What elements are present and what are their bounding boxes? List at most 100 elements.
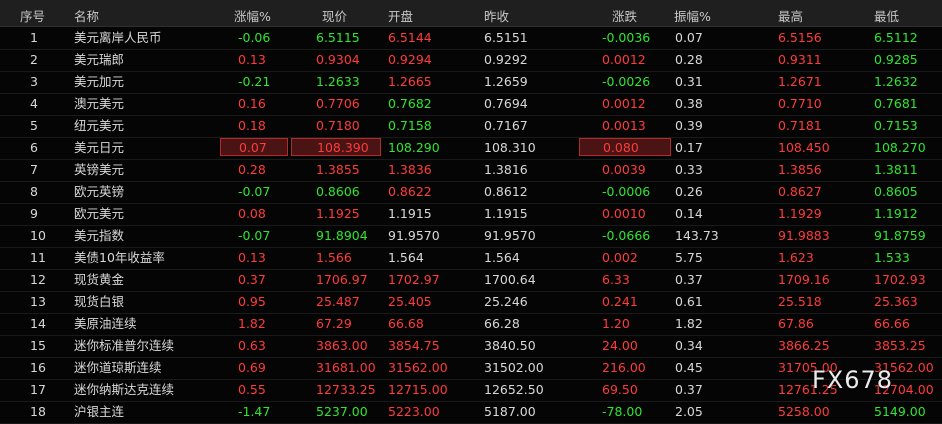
row-open: 12715.00	[388, 382, 448, 397]
row-change-pct: 0.18	[238, 118, 266, 133]
row-prev-close: 0.9292	[484, 52, 528, 67]
row-change-pct: 0.37	[238, 272, 266, 287]
row-open: 0.8622	[388, 184, 432, 199]
row-price: 25.487	[316, 294, 360, 309]
row-index: 17	[30, 382, 46, 397]
row-change-pct: 0.13	[238, 52, 266, 67]
row-price: 91.8904	[316, 228, 368, 243]
row-change-pct: 0.69	[238, 360, 266, 375]
row-amplitude: 0.34	[675, 338, 703, 353]
row-price: 1.1925	[316, 206, 360, 221]
row-low: 1.2632	[874, 74, 918, 89]
column-header-high[interactable]: 最高	[778, 6, 803, 25]
column-header-amplitude[interactable]: 振幅%	[674, 6, 711, 25]
column-header-change-pct[interactable]: 涨幅%	[234, 6, 271, 25]
fx678-watermark: FX678	[812, 366, 894, 394]
column-header-prev-close[interactable]: 昨收	[484, 6, 509, 25]
row-open: 0.7158	[388, 118, 432, 133]
column-header-change[interactable]: 涨跌	[612, 6, 637, 25]
table-row[interactable]: 9 欧元美元 0.08 1.1925 1.1915 1.1915 0.0010 0.14 1.1…	[0, 203, 942, 226]
row-amplitude: 143.73	[675, 228, 719, 243]
column-header-price[interactable]: 现价	[322, 6, 347, 25]
row-amplitude: 0.07	[675, 30, 703, 45]
row-change-pct: -0.07	[238, 184, 271, 199]
row-index: 9	[30, 206, 38, 221]
row-low: 3853.25	[874, 338, 926, 353]
row-open: 1.1915	[388, 206, 432, 221]
row-change: 216.00	[602, 360, 646, 375]
row-prev-close: 66.28	[484, 316, 520, 331]
row-high: 0.7710	[778, 96, 822, 111]
row-open: 6.5144	[388, 30, 432, 45]
row-price: 3863.00	[316, 338, 368, 353]
row-price: 1.3855	[316, 162, 360, 177]
row-change-pct: 0.28	[238, 162, 266, 177]
row-change: 0.080	[579, 138, 671, 156]
row-change-pct: -0.21	[238, 74, 271, 89]
column-header-index[interactable]: 序号	[20, 6, 45, 25]
row-price: 1706.97	[316, 272, 368, 287]
row-prev-close: 0.7694	[484, 96, 528, 111]
table-row[interactable]: 15 迷你标准普尔连续 0.63 3863.00 3854.75 3840.50 24.00…	[0, 335, 942, 358]
row-price: 1.2633	[316, 74, 360, 89]
row-price: 1.566	[316, 250, 352, 265]
row-high: 3866.25	[778, 338, 830, 353]
column-header-name[interactable]: 名称	[74, 6, 99, 25]
row-prev-close: 1.564	[484, 250, 520, 265]
row-high: 0.8627	[778, 184, 822, 199]
table-row[interactable]: 10 美元指数 -0.07 91.8904 91.9570 91.9570 -0.0666 1…	[0, 225, 942, 248]
row-prev-close: 108.310	[484, 140, 536, 155]
row-name: 英镑美元	[74, 162, 125, 177]
column-header-low[interactable]: 最低	[874, 6, 899, 25]
row-low: 6.5112	[874, 30, 918, 45]
table-row[interactable]: 1 美元离岸人民币 -0.06 6.5115 6.5144 6.5151 -0.0036 0.…	[0, 27, 942, 50]
row-open: 31562.00	[388, 360, 448, 375]
row-change: 69.50	[602, 382, 638, 397]
row-change-pct: -0.06	[238, 30, 271, 45]
row-change: -0.0036	[602, 30, 651, 45]
column-header-open[interactable]: 开盘	[388, 6, 413, 25]
row-name: 纽元美元	[74, 118, 125, 133]
row-open: 25.405	[388, 294, 432, 309]
table-header: 序号 名称 涨幅% 现价 开盘 昨收 涨跌 振幅% 最高 最低	[0, 0, 942, 27]
row-high: 1.1929	[778, 206, 822, 221]
row-name: 美元日元	[74, 140, 125, 155]
table-row[interactable]: 8 欧元英镑 -0.07 0.8606 0.8622 0.8612 -0.0006 0.26 0…	[0, 181, 942, 204]
row-amplitude: 0.33	[675, 162, 703, 177]
row-name: 美元离岸人民币	[74, 30, 162, 45]
row-high: 1.623	[778, 250, 814, 265]
row-index: 11	[30, 250, 46, 265]
row-high: 1709.16	[778, 272, 830, 287]
row-price: 0.7180	[316, 118, 360, 133]
table-row[interactable]: 4 澳元美元 0.16 0.7706 0.7682 0.7694 0.0012 0.38 0.7…	[0, 93, 942, 116]
table-row[interactable]: 7 英镑美元 0.28 1.3855 1.3836 1.3816 0.0039 0.33 1.3…	[0, 159, 942, 182]
table-row[interactable]: 18 沪银主连 -1.47 5237.00 5223.00 5187.00 -78.00 2.…	[0, 401, 942, 424]
row-change: 0.0012	[602, 96, 646, 111]
table-row[interactable]: 5 纽元美元 0.18 0.7180 0.7158 0.7167 0.0013 0.39 0.7…	[0, 115, 942, 138]
table-row[interactable]: 2 美元瑞郎 0.13 0.9304 0.9294 0.9292 0.0012 0.28 0.9…	[0, 49, 942, 72]
row-high: 1.3856	[778, 162, 822, 177]
table-row[interactable]: 17 迷你纳斯达克连续 0.55 12733.25 12715.00 12652.50 69…	[0, 379, 942, 402]
row-open: 66.68	[388, 316, 424, 331]
table-row[interactable]: 12 现货黄金 0.37 1706.97 1702.97 1700.64 6.33 0.37 1…	[0, 269, 942, 292]
table-row[interactable]: 11 美债10年收益率 0.13 1.566 1.564 1.564 0.002 5.75 1.…	[0, 247, 942, 270]
table-row[interactable]: 6 美元日元 0.07 108.390 108.290 108.310 0.080 0.17 1…	[0, 137, 942, 160]
table-row[interactable]: 14 美原油连续 1.82 67.29 66.68 66.28 1.20 1.82 67.86 6…	[0, 313, 942, 336]
row-index: 15	[30, 338, 46, 353]
table-row[interactable]: 3 美元加元 -0.21 1.2633 1.2665 1.2659 -0.0026 0.31 1…	[0, 71, 942, 94]
row-high: 6.5156	[778, 30, 822, 45]
row-name: 迷你标准普尔连续	[74, 338, 175, 353]
row-low: 1.533	[874, 250, 910, 265]
row-open: 91.9570	[388, 228, 440, 243]
row-change: 0.002	[602, 250, 638, 265]
row-name: 美元指数	[74, 228, 125, 243]
row-prev-close: 0.8612	[484, 184, 528, 199]
row-prev-close: 3840.50	[484, 338, 536, 353]
row-change-pct: 0.55	[238, 382, 266, 397]
row-amplitude: 0.14	[675, 206, 703, 221]
row-name: 美债10年收益率	[74, 250, 165, 265]
row-amplitude: 0.17	[675, 140, 703, 155]
table-row[interactable]: 16 迷你道琼斯连续 0.69 31681.00 31562.00 31502.00 216…	[0, 357, 942, 380]
row-prev-close: 12652.50	[484, 382, 544, 397]
table-row[interactable]: 13 现货白银 0.95 25.487 25.405 25.246 0.241 0.61 25.…	[0, 291, 942, 314]
